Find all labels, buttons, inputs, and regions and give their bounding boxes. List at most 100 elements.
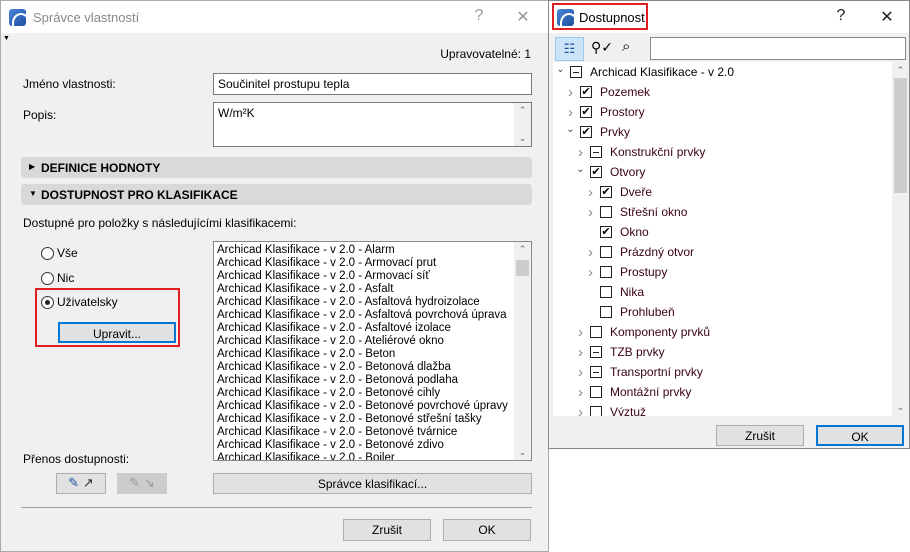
checkbox-unchecked[interactable] [600,306,612,318]
checkbox-mixed[interactable] [590,366,602,378]
property-name-input[interactable]: Součinitel prostupu tepla [213,73,532,95]
classification-list-item[interactable]: Archicad Klasifikace - v 2.0 - Beton [214,348,531,361]
tree-item[interactable]: ⌄ ✔ Prvky [565,122,630,142]
search-icon[interactable]: ⌕ [622,38,630,55]
checkbox-checked[interactable]: ✔ [580,86,592,98]
tree-item[interactable]: › ✔ Pozemek [565,82,650,102]
chevron-right-icon[interactable]: › [585,244,596,261]
classification-list-item[interactable]: Archicad Klasifikace - v 2.0 - Betonová … [214,361,531,374]
tree-item[interactable]: › TZB prvky [575,342,665,362]
classification-list-item[interactable]: Archicad Klasifikace - v 2.0 - Ateliérov… [214,335,531,348]
collapse-arrow-icon[interactable]: ▼ [3,35,10,42]
classification-list-item[interactable]: Archicad Klasifikace - v 2.0 - Boiler [214,452,531,460]
pick-up-availability-button[interactable]: ✎ ↗ [56,473,106,494]
archicad-logo-icon [9,8,26,26]
checkbox-unchecked[interactable] [590,406,602,416]
tree-item[interactable]: › Prostupy [585,262,667,282]
radio-none[interactable]: Nic [41,271,74,285]
classification-tree[interactable]: ⌄ Archicad Klasifikace - v 2.0 › ✔ Pozemek › ✔… [553,62,909,416]
classification-list-item[interactable]: Archicad Klasifikace - v 2.0 - Betonové … [214,426,531,439]
chevron-right-icon[interactable]: › [585,184,596,201]
classification-manager-button[interactable]: Správce klasifikací... [213,473,532,494]
checkbox-unchecked[interactable] [600,246,612,258]
cancel-button[interactable]: Zrušit [716,425,804,446]
chevron-right-icon[interactable]: › [575,384,586,401]
help-button[interactable]: ? [469,7,489,25]
checkbox-checked[interactable]: ✔ [590,166,602,178]
description-textarea[interactable]: W/m²K ⌃ ⌄ [213,102,532,147]
classification-list[interactable]: Archicad Klasifikace - v 2.0 - Alarm Arch… [213,241,532,461]
tree-item[interactable]: Prohlubeň [585,302,675,322]
checkbox-checked[interactable]: ✔ [600,186,612,198]
search-checked-icon[interactable]: ⚲✓ [591,39,613,56]
checkbox-checked[interactable]: ✔ [580,106,592,118]
checkbox-unchecked[interactable] [600,286,612,298]
tree-item[interactable]: Nika [585,282,644,302]
tree-item[interactable]: ⌄ ✔ Otvory [575,162,645,182]
tree-item[interactable]: › Komponenty prvků [575,322,710,342]
checkbox-unchecked[interactable] [600,206,612,218]
list-scrollbar[interactable]: ⌃ ⌄ [514,242,531,460]
tree-item[interactable]: › Výztuž [575,402,646,416]
close-button[interactable]: ✕ [513,7,533,27]
tree-view-button[interactable]: ☷ [555,37,584,61]
classification-list-item[interactable]: Archicad Klasifikace - v 2.0 - Betonové … [214,439,531,452]
classification-list-item[interactable]: Archicad Klasifikace - v 2.0 - Armovací … [214,270,531,283]
chevron-right-icon[interactable]: › [575,404,586,417]
chevron-right-icon[interactable]: › [585,264,596,281]
checkbox-mixed[interactable] [570,66,582,78]
description-scrollbar[interactable]: ⌃ ⌄ [514,103,531,146]
classification-list-item[interactable]: Archicad Klasifikace - v 2.0 - Asfaltová… [214,309,531,322]
checkbox-checked[interactable]: ✔ [600,226,612,238]
checkbox-mixed[interactable] [590,346,602,358]
classification-list-item[interactable]: Archicad Klasifikace - v 2.0 - Betonové … [214,387,531,400]
radio-all[interactable]: Vše [41,246,78,260]
chevron-right-icon[interactable]: › [575,144,586,161]
radio-circle [41,271,54,285]
checkbox-checked[interactable]: ✔ [580,126,592,138]
section-title: DOSTUPNOST PRO KLASIFIKACE [41,188,238,202]
cancel-button[interactable]: Zrušit [343,519,431,541]
tree-item[interactable]: › ✔ Dveře [585,182,652,202]
tree-scrollbar[interactable]: ⌃ ⌄ [892,62,909,416]
tree-item[interactable]: › Prázdný otvor [585,242,694,262]
chevron-right-icon[interactable]: › [575,324,586,341]
ok-button[interactable]: OK [816,425,904,446]
close-button[interactable]: ✕ [877,7,897,27]
edit-button[interactable]: Upravit... [58,322,176,343]
search-input[interactable] [650,37,906,60]
tree-item[interactable]: › Střešní okno [585,202,687,222]
chevron-down-icon[interactable]: ⌄ [575,164,586,175]
tree-item[interactable]: ✔ Okno [585,222,649,242]
checkbox-unchecked[interactable] [600,266,612,278]
classification-list-item[interactable]: Archicad Klasifikace - v 2.0 - Asfalt [214,283,531,296]
checkbox-unchecked[interactable] [590,386,602,398]
chevron-right-icon[interactable]: › [575,344,586,361]
chevron-right-icon[interactable]: › [585,204,596,221]
chevron-down-icon[interactable]: ⌄ [555,64,566,75]
classification-list-item[interactable]: Archicad Klasifikace - v 2.0 - Betonové … [214,400,531,413]
section-classification-availability[interactable]: ▼ DOSTUPNOST PRO KLASIFIKACE [21,184,532,205]
classification-list-item[interactable]: Archicad Klasifikace - v 2.0 - Betonová … [214,374,531,387]
section-value-definition[interactable]: ▶ DEFINICE HODNOTY [21,157,532,178]
tree-item[interactable]: ⌄ Archicad Klasifikace - v 2.0 [555,62,734,82]
classification-list-item[interactable]: Archicad Klasifikace - v 2.0 - Asfaltová… [214,296,531,309]
tree-item[interactable]: › Transportní prvky [575,362,703,382]
tree-item[interactable]: › Konstrukční prvky [575,142,705,162]
classification-list-item[interactable]: Archicad Klasifikace - v 2.0 - Betonové … [214,413,531,426]
chevron-right-icon[interactable]: › [575,364,586,381]
divider [21,507,532,508]
tree-item[interactable]: › Montážní prvky [575,382,691,402]
tree-item[interactable]: › ✔ Prostory [565,102,645,122]
tree-item-label: Střešní okno [620,205,688,219]
checkbox-unchecked[interactable] [590,326,602,338]
chevron-right-icon[interactable]: › [565,104,576,121]
chevron-right-icon[interactable]: › [565,84,576,101]
checkbox-mixed[interactable] [590,146,602,158]
ok-button[interactable]: OK [443,519,531,541]
help-button[interactable]: ? [831,7,851,25]
chevron-down-icon[interactable]: ⌄ [565,124,576,135]
classification-list-item[interactable]: Archicad Klasifikace - v 2.0 - Asfaltové… [214,322,531,335]
classification-list-item[interactable]: Archicad Klasifikace - v 2.0 - Alarm [214,244,531,257]
classification-list-item[interactable]: Archicad Klasifikace - v 2.0 - Armovací … [214,257,531,270]
